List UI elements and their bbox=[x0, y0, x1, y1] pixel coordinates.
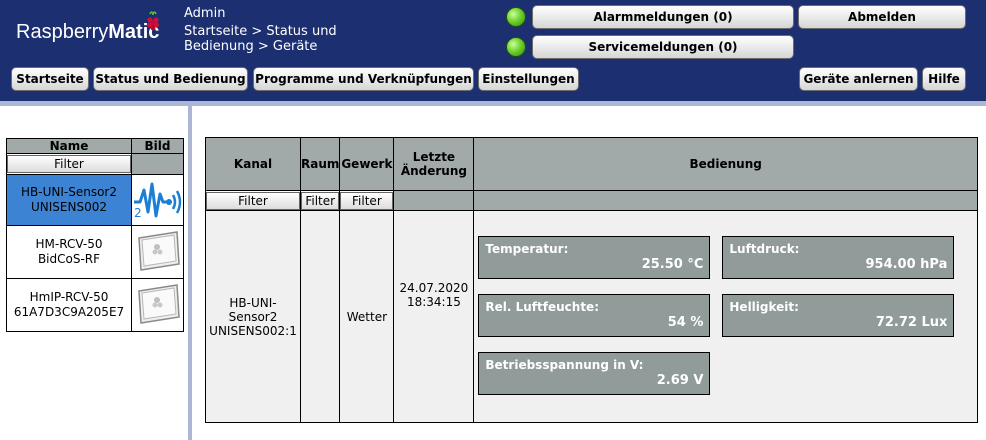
nav-einstellungen-button[interactable]: Einstellungen bbox=[478, 67, 579, 91]
device-row[interactable]: HmIP-RCV-50 61A7D3C9A205E7 bbox=[6, 278, 184, 332]
datapoint-label: Luftdruck: bbox=[729, 242, 800, 256]
datapoint-value: 25.50 °C bbox=[641, 257, 704, 272]
column-header-kanal: Kanal bbox=[205, 137, 301, 191]
device-name: HB-UNI-Sensor2 bbox=[21, 185, 117, 199]
learn-devices-button[interactable]: Geräte anlernen bbox=[799, 67, 918, 91]
device-picture-cell[interactable]: 2 bbox=[131, 174, 184, 226]
device-name-cell[interactable]: HM-RCV-50 BidCoS-RF bbox=[6, 225, 132, 279]
nav-startseite-button[interactable]: Startseite bbox=[11, 67, 89, 91]
change-time: 18:34:15 bbox=[406, 295, 461, 309]
column-header-gewerk: Gewerk bbox=[339, 137, 395, 191]
channel-name: Sensor2 bbox=[228, 309, 278, 324]
column-header-raum: Raum bbox=[299, 137, 341, 191]
gewerk-cell: Wetter bbox=[339, 210, 395, 423]
bedienung-filter-cell bbox=[473, 190, 978, 211]
kanal-cell[interactable]: HB-UNI- Sensor2 UNISENS002:1 bbox=[205, 210, 301, 423]
service-messages-button[interactable]: Servicemeldungen (0) bbox=[532, 35, 794, 59]
column-header-name: Name bbox=[6, 138, 132, 154]
datapoint-value: 72.72 Lux bbox=[875, 315, 948, 330]
device-name-cell[interactable]: HmIP-RCV-50 61A7D3C9A205E7 bbox=[6, 278, 132, 332]
raum-cell bbox=[299, 210, 341, 423]
pressure-datapoint: Luftdruck: 954.00 hPa bbox=[722, 236, 955, 279]
alarm-status-led-icon bbox=[506, 7, 526, 27]
device-row[interactable]: HM-RCV-50 BidCoS-RF bbox=[6, 225, 184, 279]
header-line: Letzte bbox=[412, 150, 456, 164]
humidity-datapoint: Rel. Luftfeuchte: 54 % bbox=[478, 294, 711, 337]
nav-programme-button[interactable]: Programme und Verknüpfungen bbox=[253, 67, 474, 91]
name-filter-button[interactable]: Filter bbox=[7, 155, 131, 173]
device-list-table: Name Bild Filter HB-UNI-Sensor2 UNISENS0… bbox=[6, 138, 184, 332]
brightness-datapoint: Helligkeit: 72.72 Lux bbox=[722, 294, 955, 337]
panel-separator bbox=[188, 106, 192, 440]
datapoint-value: 954.00 hPa bbox=[865, 257, 948, 272]
datapoint-label: Rel. Luftfeuchte: bbox=[485, 300, 599, 314]
raspberry-device-icon bbox=[137, 284, 180, 324]
alarm-messages-button[interactable]: Alarmmeldungen (0) bbox=[532, 5, 794, 29]
breadcrumb: Startseite > Status und Bedienung > Gerä… bbox=[184, 24, 337, 54]
datapoint-label: Temperatur: bbox=[485, 242, 569, 256]
bedienung-cell: Temperatur: 25.50 °C Luftdruck: 954.00 h… bbox=[473, 210, 978, 423]
table-row[interactable]: HB-UNI- Sensor2 UNISENS002:1 Wetter 24.0… bbox=[205, 210, 978, 423]
datapoint-label: Helligkeit: bbox=[729, 300, 799, 314]
column-header-bedienung: Bedienung bbox=[473, 137, 978, 191]
device-picture-cell[interactable] bbox=[131, 278, 184, 332]
gewerk-filter-button[interactable]: Filter bbox=[340, 191, 394, 210]
aenderung-cell: 24.07.2020 18:34:15 bbox=[393, 210, 475, 423]
device-serial: BidCoS-RF bbox=[37, 252, 101, 266]
change-date: 24.07.2020 bbox=[399, 281, 469, 295]
channel-table: Kanal Raum Gewerk Letzte Änderung Bedien… bbox=[205, 137, 978, 423]
service-status-led-icon bbox=[506, 37, 526, 57]
datapoint-label: Betriebsspannung in V: bbox=[485, 358, 644, 372]
logo-text-raspberry: Raspberry bbox=[16, 21, 109, 43]
device-picture-cell[interactable] bbox=[131, 225, 184, 279]
channel-name: UNISENS002:1 bbox=[209, 323, 297, 338]
aenderung-filter-cell bbox=[393, 190, 475, 211]
logout-button[interactable]: Abmelden bbox=[798, 5, 966, 29]
device-name: HmIP-RCV-50 bbox=[29, 290, 109, 304]
user-name: Admin bbox=[184, 6, 226, 21]
column-header-bild: Bild bbox=[131, 138, 184, 154]
voltage-datapoint: Betriebsspannung in V: 2.69 V bbox=[478, 352, 711, 395]
header-line: Änderung bbox=[400, 164, 467, 178]
device-serial: 61A7D3C9A205E7 bbox=[13, 305, 125, 319]
column-header-letzte-aenderung: Letzte Änderung bbox=[393, 137, 475, 191]
header-bar: RaspberryMatic Admin Startseite > Status… bbox=[0, 0, 986, 101]
nav-status-bedienung-button[interactable]: Status und Bedienung bbox=[93, 67, 248, 91]
datapoint-value: 2.69 V bbox=[656, 373, 704, 388]
temperature-datapoint: Temperatur: 25.50 °C bbox=[478, 236, 711, 279]
device-serial: UNISENS002 bbox=[31, 200, 107, 214]
raspberry-icon bbox=[147, 11, 159, 31]
help-button[interactable]: Hilfe bbox=[922, 67, 966, 91]
raspberry-device-icon bbox=[137, 231, 180, 271]
raspberrymatic-logo[interactable]: RaspberryMatic bbox=[16, 21, 159, 44]
device-list-panel: Name Bild Filter HB-UNI-Sensor2 UNISENS0… bbox=[0, 106, 188, 440]
channel-name: HB-UNI- bbox=[229, 295, 277, 310]
raum-filter-button[interactable]: Filter bbox=[301, 191, 340, 210]
channel-count-badge: 2 bbox=[134, 205, 142, 220]
datapoint-value: 54 % bbox=[667, 315, 704, 330]
kanal-filter-button[interactable]: Filter bbox=[206, 191, 300, 210]
bild-filter-cell bbox=[131, 153, 184, 175]
device-name-cell[interactable]: HB-UNI-Sensor2 UNISENS002 bbox=[6, 174, 132, 226]
device-row[interactable]: HB-UNI-Sensor2 UNISENS002 2 bbox=[6, 174, 184, 226]
device-name: HM-RCV-50 bbox=[35, 237, 103, 251]
